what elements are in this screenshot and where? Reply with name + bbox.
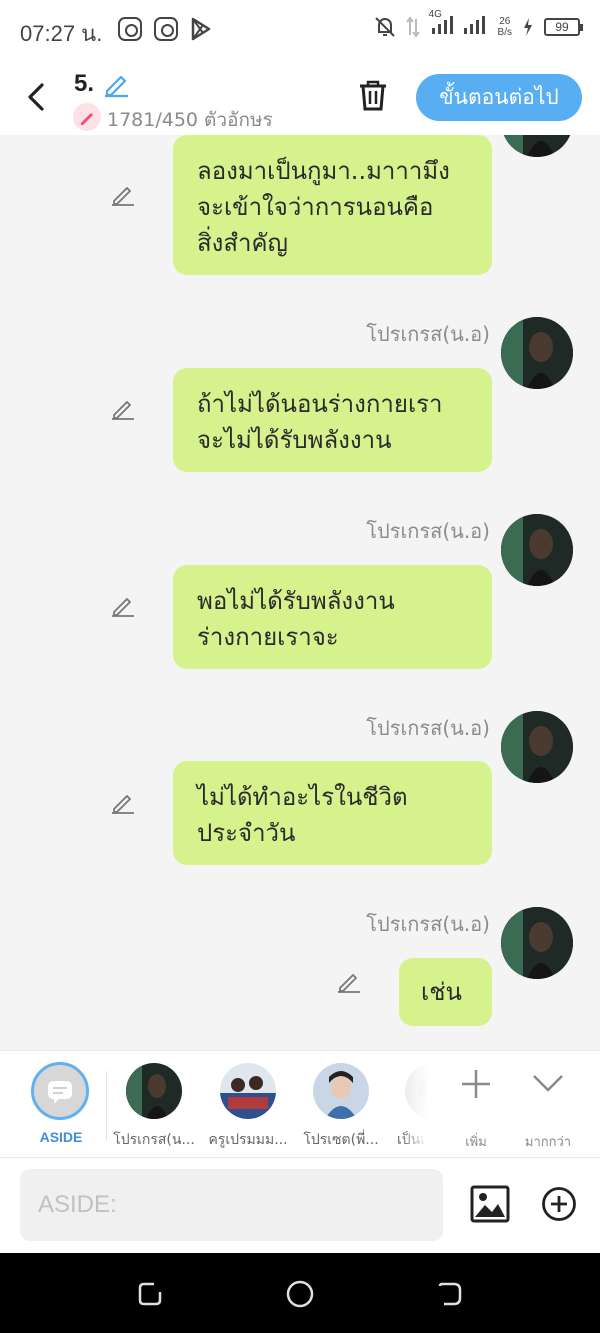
edit-message-icon[interactable] bbox=[110, 789, 136, 815]
app-header: 5. 1781/450 ตัวอักษร ขั้นตอนต่อไป bbox=[0, 60, 600, 135]
chevron-down-icon[interactable] bbox=[531, 1071, 565, 1095]
status-bar: 07:27 น. 4G 26 B/s 99 bbox=[0, 0, 600, 60]
next-step-button[interactable]: ขั้นตอนต่อไป bbox=[416, 74, 582, 121]
author-avatar[interactable] bbox=[501, 907, 573, 979]
net-speed: 26 B/s bbox=[498, 16, 512, 38]
message-bubble[interactable]: พอไม่ได้รับพลังงาน ร่างกายเราจะ bbox=[173, 565, 492, 669]
system-nav-bar bbox=[0, 1253, 600, 1333]
character-avatar[interactable] bbox=[313, 1063, 369, 1119]
character-counter: 1781/450 ตัวอักษร bbox=[107, 109, 273, 131]
message-line: จะไม่ได้รับพลังงาน bbox=[197, 426, 392, 454]
character-avatar[interactable] bbox=[126, 1063, 182, 1119]
message-line: พอไม่ได้รับพลังงาน bbox=[197, 587, 395, 615]
author-avatar[interactable] bbox=[501, 317, 573, 389]
add-circle-icon[interactable] bbox=[541, 1186, 577, 1222]
data-arrows-icon bbox=[405, 16, 420, 38]
play-store-icon bbox=[191, 17, 211, 41]
instagram-icon bbox=[154, 17, 178, 41]
back-nav-icon[interactable] bbox=[436, 1280, 464, 1308]
bell-off-icon bbox=[374, 17, 395, 37]
signal-group: 4G bbox=[429, 9, 488, 40]
edit-message-icon[interactable] bbox=[110, 592, 136, 618]
message-author: โปรเกรส(น.อ) bbox=[366, 322, 490, 346]
chat-area[interactable]: ลองมาเป็นกูมา..มาาามึง จะเข้าใจว่าการนอน… bbox=[0, 135, 600, 1050]
message-line: เช่น bbox=[421, 978, 462, 1006]
message-author: โปรเกรส(น.อ) bbox=[366, 716, 490, 740]
home-icon[interactable] bbox=[285, 1279, 315, 1309]
character-selector: ASIDE โปรเกรส(น... ครูเปรมมม... โปรเซต(พ… bbox=[0, 1050, 600, 1158]
message-author: โปรเกรส(น.อ) bbox=[366, 912, 490, 936]
back-icon[interactable] bbox=[22, 80, 52, 114]
composer-bar bbox=[0, 1158, 600, 1253]
aside-label: ASIDE bbox=[39, 1129, 83, 1145]
status-time: 07:27 น. bbox=[20, 21, 103, 46]
trash-icon[interactable] bbox=[356, 78, 390, 112]
message-line: ไม่ได้ทำอะไรในชีวิต bbox=[197, 783, 408, 811]
message-bubble[interactable]: ไม่ได้ทำอะไรในชีวิต ประจำวัน bbox=[173, 761, 492, 865]
message-bubble[interactable]: ลองมาเป็นกูมา..มาาามึง จะเข้าใจว่าการนอน… bbox=[173, 135, 492, 275]
episode-title: 5. bbox=[74, 70, 95, 97]
message-bubble[interactable]: เช่น bbox=[399, 958, 492, 1026]
scroll-fade bbox=[400, 1051, 428, 1151]
add-character-icon[interactable] bbox=[459, 1067, 493, 1101]
aside-button[interactable] bbox=[31, 1062, 89, 1120]
message-line: ถ้าไม่ได้นอนร่างกายเรา bbox=[197, 390, 443, 418]
message-line: ร่างกายเราจะ bbox=[197, 623, 339, 651]
edit-message-icon[interactable] bbox=[110, 395, 136, 421]
character-avatar[interactable] bbox=[220, 1063, 276, 1119]
author-avatar[interactable] bbox=[501, 135, 573, 157]
charging-icon bbox=[524, 18, 532, 36]
author-avatar[interactable] bbox=[501, 514, 573, 586]
edit-message-icon[interactable] bbox=[336, 968, 362, 994]
net-speed-value: 26 bbox=[499, 16, 511, 27]
battery-icon: 99 bbox=[544, 18, 583, 36]
instagram-icon bbox=[118, 17, 142, 41]
more-label[interactable]: มากกว่า bbox=[516, 1131, 580, 1152]
pencil-badge-icon bbox=[73, 103, 101, 131]
image-icon[interactable] bbox=[470, 1185, 510, 1223]
message-line: จะเข้าใจว่าการนอนคือ bbox=[197, 193, 434, 221]
message-input[interactable] bbox=[20, 1169, 443, 1241]
message-author: โปรเกรส(น.อ) bbox=[366, 519, 490, 543]
message-bubble[interactable]: ถ้าไม่ได้นอนร่างกายเรา จะไม่ได้รับพลังงา… bbox=[173, 368, 492, 472]
add-label[interactable]: เพิ่ม bbox=[446, 1131, 506, 1152]
message-line: ลองมาเป็นกูมา..มาาามึง bbox=[197, 157, 450, 185]
message-line: สิ่งสำคัญ bbox=[197, 229, 288, 257]
status-right: 4G 26 B/s 99 bbox=[374, 9, 583, 40]
author-avatar[interactable] bbox=[501, 711, 573, 783]
network-type: 4G bbox=[428, 9, 442, 20]
message-line: ประจำวัน bbox=[197, 819, 296, 847]
recent-apps-icon[interactable] bbox=[136, 1280, 164, 1308]
speech-bubble-icon bbox=[48, 1081, 72, 1104]
net-speed-unit: B/s bbox=[497, 27, 512, 38]
edit-title-icon[interactable] bbox=[102, 70, 130, 98]
edit-message-icon[interactable] bbox=[110, 181, 136, 207]
